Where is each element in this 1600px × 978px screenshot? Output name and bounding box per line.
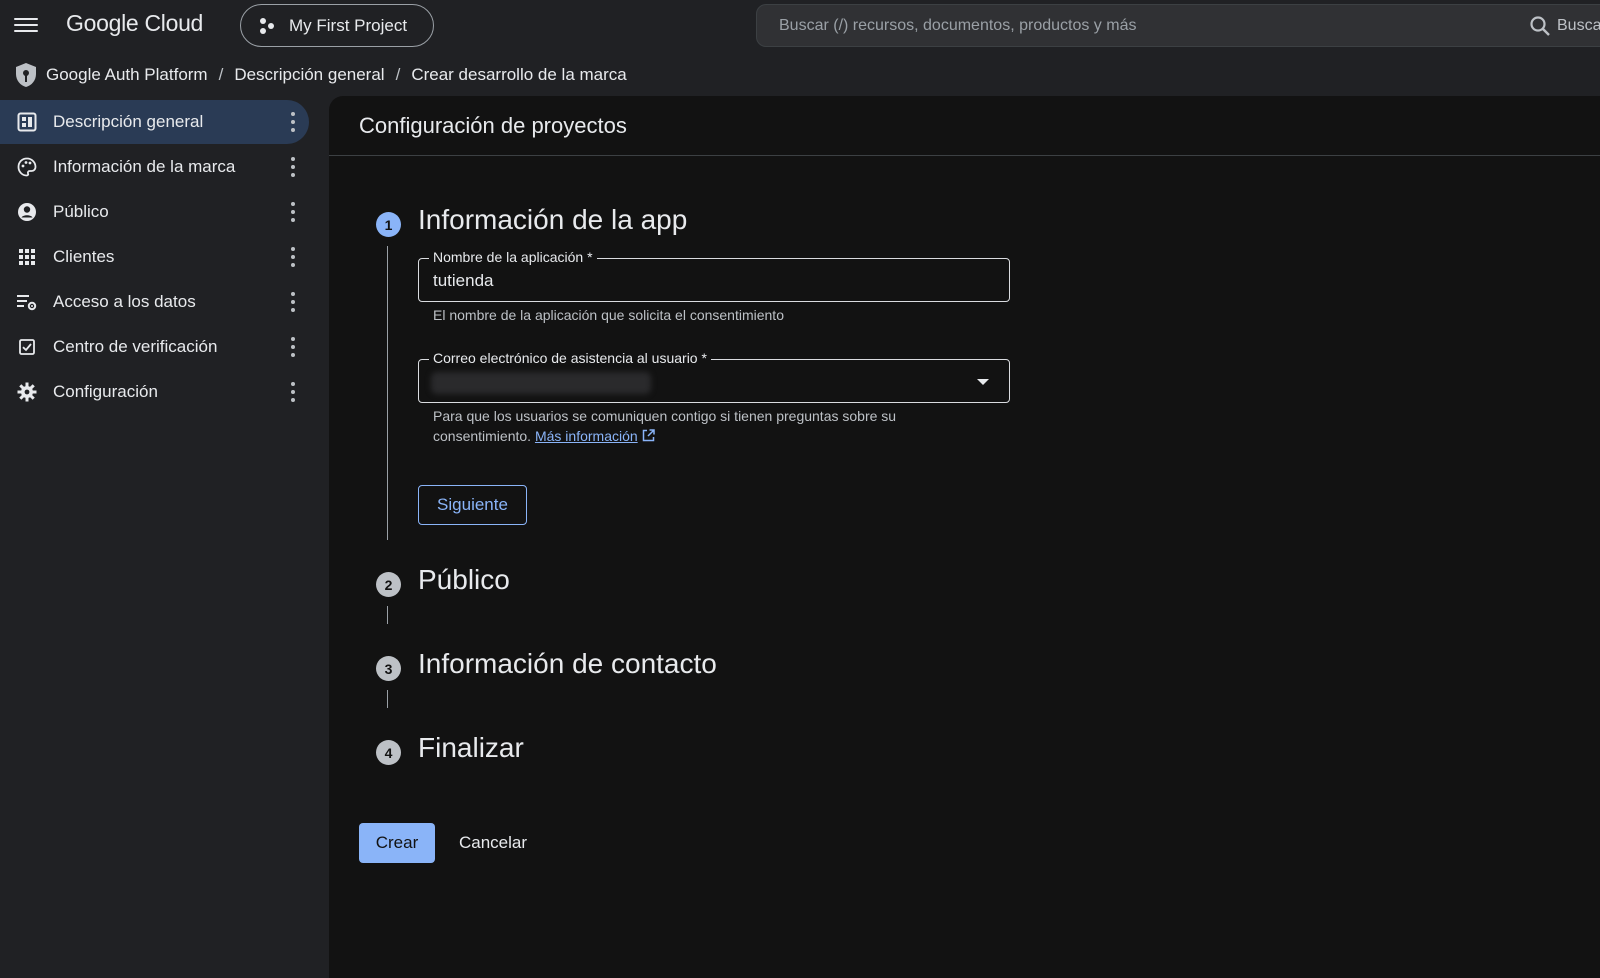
sidebar-item-settings[interactable]: Configuración: [0, 370, 309, 414]
main-menu-icon[interactable]: [14, 14, 38, 36]
app-name-hint: El nombre de la aplicación que solicita …: [433, 307, 784, 323]
app-name-field[interactable]: Nombre de la aplicación *: [418, 249, 1010, 302]
step-connector: [387, 246, 388, 540]
step-title: Público: [418, 564, 510, 595]
create-button[interactable]: Crear: [359, 823, 435, 863]
step-connector: [387, 606, 388, 624]
account-circle-icon: [16, 201, 38, 223]
checkbox-icon: [16, 336, 38, 358]
sidebar-item-label: Centro de verificación: [53, 337, 218, 356]
google-cloud-logo[interactable]: Google Cloud: [66, 10, 203, 37]
sidebar-item-label: Descripción general: [53, 112, 204, 131]
more-vert-icon[interactable]: [291, 247, 295, 267]
project-icon: [260, 17, 274, 34]
more-vert-icon[interactable]: [291, 202, 295, 222]
dashboard-icon: [16, 111, 38, 133]
step-connector: [387, 690, 388, 708]
sidebar-item-label: Clientes: [53, 247, 115, 266]
cancel-button[interactable]: Cancelar: [449, 823, 537, 863]
step-title: Finalizar: [418, 732, 524, 763]
step-title: Información de la app: [418, 204, 688, 235]
apps-grid-icon: [16, 246, 38, 268]
step-number: 2: [376, 572, 401, 597]
search-button-label: Busca: [1557, 17, 1600, 34]
breadcrumb: Google Auth Platform / Descripción gener…: [14, 60, 627, 90]
more-vert-icon[interactable]: [291, 157, 295, 177]
sidebar-item-label: Información de la marca: [53, 157, 236, 176]
main-panel: Configuración de proyectos 1 Información…: [329, 96, 1600, 978]
step-number: 1: [376, 212, 401, 237]
support-email-select[interactable]: Correo electrónico de asistencia al usua…: [418, 350, 1010, 403]
sidebar-item-label: Público: [53, 202, 109, 221]
redacted-email-value: [431, 372, 651, 394]
sidebar-item-branding[interactable]: Información de la marca: [0, 145, 309, 189]
data-access-icon: [16, 291, 38, 313]
page-title: Configuración de proyectos: [329, 96, 1600, 156]
breadcrumb-separator: /: [395, 65, 401, 84]
learn-more-link[interactable]: Más información: [535, 428, 638, 444]
breadcrumb-overview[interactable]: Descripción general: [234, 65, 384, 85]
step-title: Información de contacto: [418, 648, 717, 679]
search-button[interactable]: Busca: [1529, 15, 1600, 37]
sidebar-item-clients[interactable]: Clientes: [0, 235, 309, 279]
more-vert-icon[interactable]: [291, 112, 295, 132]
breadcrumb-google-auth-platform[interactable]: Google Auth Platform: [46, 65, 208, 85]
sidebar-item-overview[interactable]: Descripción general: [0, 100, 309, 144]
more-vert-icon[interactable]: [291, 382, 295, 402]
shield-icon: [16, 63, 36, 87]
more-vert-icon[interactable]: [291, 292, 295, 312]
dropdown-arrow-icon[interactable]: [977, 379, 989, 385]
search-bar[interactable]: Busca: [756, 4, 1600, 47]
app-name-label: Nombre de la aplicación *: [429, 249, 597, 265]
project-name: My First Project: [289, 15, 408, 35]
more-vert-icon[interactable]: [291, 337, 295, 357]
step-number: 4: [376, 740, 401, 765]
breadcrumb-create-branding: Crear desarrollo de la marca: [411, 65, 627, 84]
sidebar-item-verification-center[interactable]: Centro de verificación: [0, 325, 309, 369]
sidebar-item-label: Acceso a los datos: [53, 292, 196, 311]
sidebar-item-data-access[interactable]: Acceso a los datos: [0, 280, 309, 324]
step-number: 3: [376, 656, 401, 681]
search-input[interactable]: [779, 16, 1519, 35]
gear-icon: [16, 381, 38, 403]
sidebar-item-audience[interactable]: Público: [0, 190, 309, 234]
top-bar: Google Cloud My First Project Busca: [0, 0, 1600, 50]
project-picker-button[interactable]: My First Project: [240, 4, 434, 47]
learn-more-link-text: Más información: [534, 428, 638, 444]
sidebar: Descripción general Información de la ma…: [0, 100, 309, 415]
app-name-input[interactable]: [433, 271, 983, 291]
support-email-label: Correo electrónico de asistencia al usua…: [429, 350, 711, 366]
open-in-new-icon: [642, 429, 655, 442]
next-button[interactable]: Siguiente: [418, 485, 527, 525]
support-email-hint-text: Para que los usuarios se comuniquen cont…: [433, 408, 897, 444]
search-icon: [1530, 16, 1550, 36]
breadcrumb-separator: /: [218, 65, 224, 84]
palette-icon: [16, 156, 38, 178]
sidebar-item-label: Configuración: [53, 382, 158, 401]
support-email-hint: Para que los usuarios se comuniquen cont…: [433, 406, 953, 446]
